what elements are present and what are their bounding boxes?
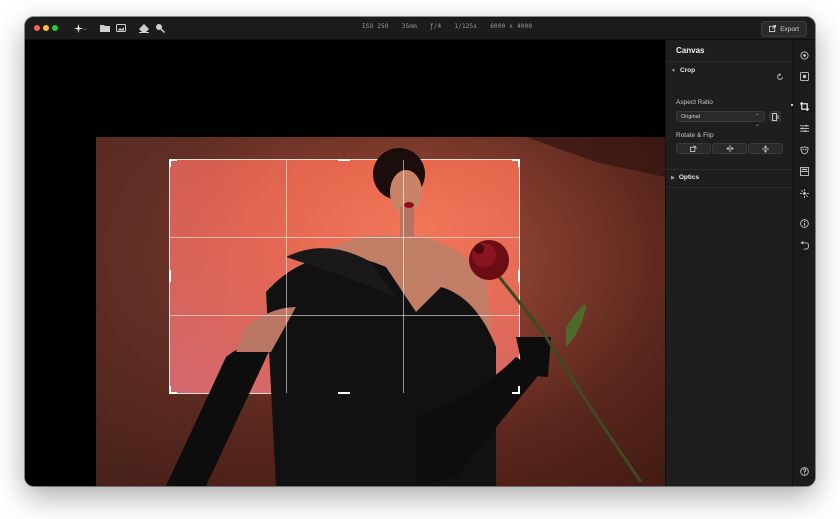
rotate-flip-label: Rotate & Flip [676, 132, 714, 139]
updown-chevron-icon: ⌃ ⌄ [754, 114, 760, 128]
exif-focal-length: 35mm [401, 23, 417, 30]
crop-handle-bottom-right-v [518, 386, 520, 394]
crop-handle-top-left-v [169, 159, 171, 167]
export-icon [769, 24, 777, 34]
flip-vertical-icon [762, 144, 769, 153]
undo-history-icon[interactable] [798, 239, 811, 252]
crop-handle-top-right-v [518, 159, 520, 167]
focus-frame-icon[interactable] [798, 70, 811, 83]
crop-section-title: Crop [679, 67, 696, 74]
image-viewport[interactable] [25, 40, 665, 486]
active-tool-indicator [791, 104, 793, 106]
effects-sparkle-icon[interactable] [798, 187, 811, 200]
panel-title: Canvas [676, 46, 705, 55]
crop-handle-right[interactable] [518, 270, 520, 282]
sparkle-menu-chevron-icon[interactable]: ⌄ [82, 21, 88, 35]
export-label: Export [780, 25, 799, 33]
divider [666, 61, 793, 62]
crop-grid-line [286, 160, 287, 393]
divider [666, 187, 793, 188]
rotate-icon [690, 145, 697, 152]
crop-section-header[interactable]: ▼ Crop [671, 67, 695, 74]
folder-icon[interactable] [98, 21, 112, 35]
optics-section-header[interactable]: ▶ Optics [671, 174, 699, 181]
info-icon[interactable] [798, 217, 811, 230]
flip-horizontal-button[interactable] [712, 143, 747, 154]
eraser-icon[interactable] [137, 21, 151, 35]
zoom-icon[interactable] [153, 21, 167, 35]
help-icon[interactable] [798, 465, 811, 478]
export-button[interactable]: Export [761, 21, 807, 37]
crop-handle-left[interactable] [169, 270, 171, 282]
exif-iso: ISO 250 [362, 23, 389, 30]
exif-dimensions: 6000 x 4000 [490, 23, 533, 30]
exif-aperture: ƒ/4 [429, 23, 442, 30]
flip-horizontal-icon [725, 145, 734, 152]
crop-grid-line [170, 237, 519, 238]
flip-vertical-button[interactable] [748, 143, 783, 154]
aspect-ratio-select[interactable]: Original ⌃ ⌄ [676, 111, 765, 128]
portrait-subject-image [166, 137, 665, 486]
rotate-button[interactable] [676, 143, 711, 154]
canvas-panel: Canvas ▼ Crop Aspect Ratio Original ⌃ ⌄ R… [665, 40, 793, 486]
orientation-icon [771, 112, 778, 121]
grid-icon[interactable] [798, 165, 811, 178]
chevron-down-icon: ▼ [671, 67, 676, 74]
sliders-icon[interactable] [798, 122, 811, 135]
crop-handle-top[interactable] [338, 159, 350, 161]
crop-handle-bottom[interactable] [338, 392, 350, 394]
minimize-window-button[interactable] [43, 25, 49, 31]
crop-grid-line [403, 160, 404, 393]
divider [666, 169, 793, 170]
aspect-ratio-label: Aspect Ratio [676, 99, 713, 106]
crop-handle-bottom-left-v [169, 386, 171, 394]
mask-icon[interactable] [798, 144, 811, 157]
exif-shutter: 1/125s [454, 23, 478, 30]
tool-rail [791, 40, 815, 486]
title-bar: ⌄ ISO 250 35mm ƒ/4 1/125s 6000 x 4000 Ex… [25, 17, 815, 40]
exif-readout: ISO 250 35mm ƒ/4 1/125s 6000 x 4000 [362, 23, 532, 30]
optics-section-title: Optics [678, 174, 700, 181]
chevron-right-icon: ▶ [671, 174, 675, 181]
orientation-toggle-button[interactable] [769, 111, 781, 122]
aspect-ratio-value: Original [681, 113, 700, 120]
crop-grid-line [170, 315, 519, 316]
crop-icon[interactable] [798, 100, 811, 113]
layers-icon[interactable] [798, 49, 811, 62]
image-icon[interactable] [114, 21, 128, 35]
app-window: ⌄ ISO 250 35mm ƒ/4 1/125s 6000 x 4000 Ex… [25, 17, 815, 486]
zoom-window-button[interactable] [52, 25, 58, 31]
reset-crop-icon[interactable] [776, 68, 784, 86]
close-window-button[interactable] [34, 25, 40, 31]
